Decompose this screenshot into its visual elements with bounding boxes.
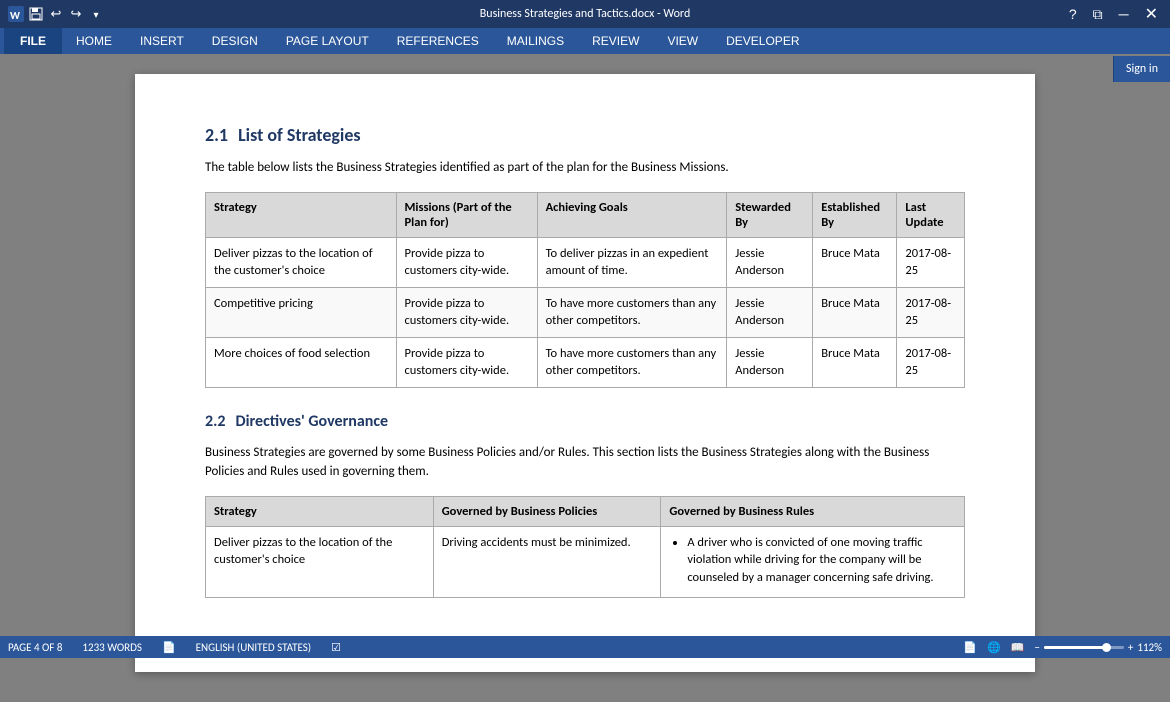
status-bar: PAGE 4 OF 8 1233 WORDS 📄 ENGLISH (UNITED… [0, 636, 1170, 658]
table-row: Competitive pricing Provide pizza to cus… [206, 287, 965, 337]
tab-design[interactable]: DESIGN [198, 28, 272, 54]
cell-goals: To have more customers than any other co… [537, 337, 727, 387]
cell-update: 2017-08-25 [897, 237, 965, 287]
section-21-heading: 2.1 List of Strategies [205, 124, 965, 146]
undo-icon[interactable]: ↩ [48, 6, 64, 22]
customize-icon[interactable]: ▾ [88, 6, 104, 22]
cell-gov-rules: A driver who is convicted of one moving … [661, 526, 965, 598]
status-right: 📄 🌐 📖 − + 112% [963, 641, 1162, 654]
cell-stewarded: Jessie Anderson [727, 337, 813, 387]
section-21-intro: The table below lists the Business Strat… [205, 158, 965, 178]
gov-col-policies: Governed by Business Policies [433, 496, 661, 526]
table-row: Deliver pizzas to the location of the cu… [206, 237, 965, 287]
view-web-icon[interactable]: 🌐 [987, 641, 1001, 654]
word-count: 1233 WORDS [82, 641, 142, 654]
col-update: Last Update [897, 192, 965, 237]
zoom-control[interactable]: − + 112% [1034, 641, 1162, 654]
svg-text:W: W [10, 9, 20, 22]
document-page: 2.1 List of Strategies The table below l… [135, 74, 1035, 672]
cell-gov-strategy: Deliver pizzas to the location of the cu… [206, 526, 434, 598]
cell-gov-policies: Driving accidents must be minimized. [433, 526, 661, 598]
cell-stewarded: Jessie Anderson [727, 237, 813, 287]
cell-update: 2017-08-25 [897, 337, 965, 387]
section-22-heading: 2.2 Directives' Governance [205, 412, 965, 431]
view-print-icon[interactable]: 📄 [963, 641, 977, 654]
tab-page-layout[interactable]: PAGE LAYOUT [272, 28, 383, 54]
tab-home[interactable]: HOME [62, 28, 126, 54]
table-row: More choices of food selection Provide p… [206, 337, 965, 387]
cell-update: 2017-08-25 [897, 287, 965, 337]
ribbon: FILE HOME INSERT DESIGN PAGE LAYOUT REFE… [0, 28, 1170, 54]
cell-established: Bruce Mata [813, 237, 897, 287]
tab-file[interactable]: FILE [4, 28, 62, 54]
tab-developer[interactable]: DEVELOPER [712, 28, 813, 54]
tab-insert[interactable]: INSERT [126, 28, 198, 54]
title-bar: W ↩ ↪ ▾ Business Strategies and Tactics.… [0, 0, 1170, 28]
col-goals: Achieving Goals [537, 192, 727, 237]
word-icon: W [8, 6, 24, 22]
col-missions: Missions (Part of the Plan for) [396, 192, 537, 237]
cell-strategy: Competitive pricing [206, 287, 397, 337]
cell-missions: Provide pizza to customers city-wide. [396, 287, 537, 337]
cell-strategy: More choices of food selection [206, 337, 397, 387]
window-controls: ? ⧉ ─ ✕ [1065, 4, 1162, 24]
cell-established: Bruce Mata [813, 337, 897, 387]
help-button[interactable]: ? [1065, 6, 1081, 22]
cell-goals: To deliver pizzas in an expedient amount… [537, 237, 727, 287]
tab-references[interactable]: REFERENCES [383, 28, 493, 54]
language: ENGLISH (UNITED STATES) [196, 641, 311, 654]
track-changes-icon: ☑ [331, 641, 341, 654]
zoom-plus[interactable]: + [1128, 641, 1133, 654]
tab-review[interactable]: REVIEW [578, 28, 653, 54]
cell-strategy: Deliver pizzas to the location of the cu… [206, 237, 397, 287]
cell-stewarded: Jessie Anderson [727, 287, 813, 337]
quick-access-toolbar: W ↩ ↪ ▾ [8, 6, 104, 22]
zoom-level: 112% [1137, 641, 1162, 654]
tab-mailings[interactable]: MAILINGS [493, 28, 578, 54]
strategies-table: Strategy Missions (Part of the Plan for)… [205, 192, 965, 388]
document-area: 2.1 List of Strategies The table below l… [0, 54, 1170, 702]
table-row: Deliver pizzas to the location of the cu… [206, 526, 965, 598]
governance-table: Strategy Governed by Business Policies G… [205, 496, 965, 599]
ribbon-tabs: FILE HOME INSERT DESIGN PAGE LAYOUT REFE… [0, 28, 1170, 54]
col-stewarded: Stewarded By [727, 192, 813, 237]
redo-icon[interactable]: ↪ [68, 6, 84, 22]
cell-established: Bruce Mata [813, 287, 897, 337]
cell-goals: To have more customers than any other co… [537, 287, 727, 337]
save-icon[interactable] [28, 6, 44, 22]
close-button[interactable]: ✕ [1141, 4, 1162, 24]
col-strategy: Strategy [206, 192, 397, 237]
section-22-intro: Business Strategies are governed by some… [205, 443, 965, 482]
sign-in-button[interactable]: Sign in [1113, 56, 1170, 82]
document-icon: 📄 [162, 641, 176, 654]
col-established: Established By [813, 192, 897, 237]
cell-missions: Provide pizza to customers city-wide. [396, 237, 537, 287]
cell-missions: Provide pizza to customers city-wide. [396, 337, 537, 387]
view-read-icon[interactable]: 📖 [1011, 641, 1025, 654]
window-title: Business Strategies and Tactics.docx - W… [480, 7, 691, 21]
gov-col-strategy: Strategy [206, 496, 434, 526]
zoom-minus[interactable]: − [1034, 641, 1039, 654]
page-count: PAGE 4 OF 8 [8, 641, 62, 654]
minimize-button[interactable]: ─ [1115, 6, 1133, 22]
restore-button[interactable]: ⧉ [1089, 6, 1107, 23]
tab-view[interactable]: VIEW [653, 28, 712, 54]
gov-col-rules: Governed by Business Rules [661, 496, 965, 526]
